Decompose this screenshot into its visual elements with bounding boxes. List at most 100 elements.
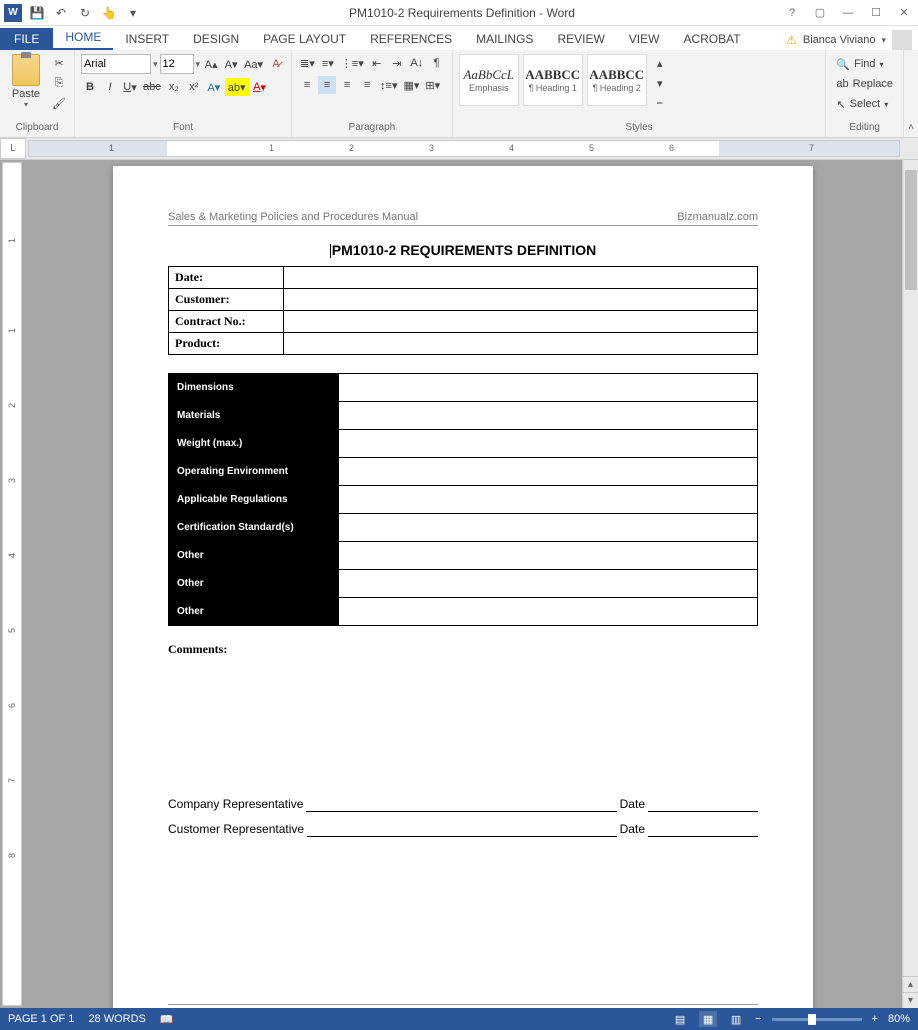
tab-design[interactable]: DESIGN [181,28,251,50]
group-clipboard: Paste ▾ ✂ ⎘ 🖌 Clipboard [0,50,75,137]
zoom-level[interactable]: 80% [888,1013,910,1025]
copy-icon[interactable]: ⎘ [50,74,68,92]
find-button[interactable]: 🔍 Find ▾ [832,54,887,74]
clear-formatting-icon[interactable]: A̷ [267,55,285,73]
justify-icon[interactable]: ≡ [358,76,376,94]
tab-view[interactable]: VIEW [617,28,672,50]
table-row: Other [169,570,758,598]
ruler-horizontal[interactable]: 1 1 2 3 4 5 6 7 [28,140,900,157]
superscript-button[interactable]: x² [185,78,203,96]
ruler-corner[interactable]: L [0,138,26,159]
page-indicator[interactable]: PAGE 1 OF 1 [8,1013,74,1025]
table-row: Product: [169,333,758,355]
scroll-thumb[interactable] [905,170,917,290]
font-size-select[interactable] [160,54,194,74]
group-paragraph-label: Paragraph [298,120,446,135]
group-editing-label: Editing [832,120,897,135]
paste-button[interactable]: Paste ▾ [6,54,46,109]
avatar[interactable] [892,30,912,50]
shrink-font-icon[interactable]: A▾ [222,55,240,73]
text-effects-icon[interactable]: A▾ [205,78,223,96]
word-app-icon[interactable]: W [4,4,22,22]
help-icon[interactable]: ? [782,3,802,23]
qat-more-icon[interactable]: ▾ [124,4,142,22]
cut-icon[interactable]: ✂ [50,54,68,72]
vertical-scrollbar[interactable]: ▴ ▾ [902,160,918,1008]
styles-scroll-up-icon[interactable]: ▴ [651,54,669,72]
window-title: PM1010-2 Requirements Definition - Word [142,6,782,20]
scroll-up-icon[interactable]: ▴ [903,976,918,992]
header-left: Sales & Marketing Policies and Procedure… [168,211,418,223]
save-icon[interactable]: 💾 [28,4,46,22]
change-case-icon[interactable]: Aa▾ [242,55,265,73]
italic-button[interactable]: I [101,78,119,96]
collapse-ribbon-icon[interactable]: ˄ [908,122,914,133]
user-name[interactable]: Bianca Viviano [803,34,876,46]
read-mode-icon[interactable]: ▤ [671,1011,689,1027]
minimize-icon[interactable]: — [838,3,858,23]
ruler-vertical[interactable]: 112 345 678 [2,162,22,1006]
replace-button[interactable]: ab Replace [832,74,897,94]
tab-insert[interactable]: INSERT [113,28,181,50]
touch-mode-icon[interactable]: 👆 [100,4,118,22]
subscript-button[interactable]: x₂ [165,78,183,96]
tab-references[interactable]: REFERENCES [358,28,464,50]
style-emphasis[interactable]: AaBbCcL Emphasis [459,54,519,106]
proofing-icon[interactable]: 📖 [160,1013,174,1026]
styles-more-icon[interactable]: ⎯ [651,94,669,112]
increase-indent-icon[interactable]: ⇥ [388,54,406,72]
align-right-icon[interactable]: ≡ [338,76,356,94]
line-spacing-icon[interactable]: ↕≡▾ [378,76,399,94]
table-row: Other [169,598,758,626]
tab-review[interactable]: REVIEW [545,28,616,50]
word-count[interactable]: 28 WORDS [88,1013,145,1025]
numbering-icon[interactable]: ≡▾ [319,54,337,72]
borders-icon[interactable]: ⊞▾ [423,76,442,94]
style-heading-1[interactable]: AABBCC ¶ Heading 1 [523,54,583,106]
bold-button[interactable]: B [81,78,99,96]
group-styles-label: Styles [459,120,820,135]
spec-table: Dimensions Materials Weight (max.) Opera… [168,373,758,626]
page[interactable]: Sales & Marketing Policies and Procedure… [113,166,813,1008]
bullets-icon[interactable]: ≣▾ [298,54,317,72]
zoom-slider[interactable] [772,1018,862,1021]
style-heading-2[interactable]: AABBCC ¶ Heading 2 [587,54,647,106]
font-color-icon[interactable]: A▾ [251,78,269,96]
zoom-in-icon[interactable]: + [872,1013,878,1025]
undo-icon[interactable]: ↶ [52,4,70,22]
shading-icon[interactable]: ▦▾ [402,76,422,94]
font-name-select[interactable] [81,54,151,74]
tab-home[interactable]: HOME [53,26,113,50]
tab-file[interactable]: FILE [0,28,53,50]
styles-scroll-down-icon[interactable]: ▾ [651,74,669,92]
sort-icon[interactable]: A↓ [408,54,426,72]
document-canvas[interactable]: Sales & Marketing Policies and Procedure… [24,160,902,1008]
maximize-icon[interactable]: ☐ [866,3,886,23]
window-controls: ? ▢ — ☐ ✕ [782,3,918,23]
tab-acrobat[interactable]: ACROBAT [671,28,752,50]
align-center-icon[interactable]: ≡ [318,76,336,94]
decrease-indent-icon[interactable]: ⇤ [368,54,386,72]
user-dropdown-icon[interactable]: ▾ [881,35,886,46]
grow-font-icon[interactable]: A▴ [202,55,220,73]
table-row: Customer: [169,289,758,311]
web-layout-icon[interactable]: ▥ [727,1011,745,1027]
underline-button[interactable]: U▾ [121,78,139,96]
close-icon[interactable]: ✕ [894,3,914,23]
zoom-out-icon[interactable]: − [755,1013,761,1025]
strikethrough-button[interactable]: abc [141,78,163,96]
highlight-icon[interactable]: ab▾ [225,78,249,96]
header-right: Bizmanualz.com [677,211,758,223]
tab-page-layout[interactable]: PAGE LAYOUT [251,28,358,50]
select-button[interactable]: ↖ Select ▾ [832,94,892,114]
redo-icon[interactable]: ↻ [76,4,94,22]
align-left-icon[interactable]: ≡ [298,76,316,94]
multilevel-list-icon[interactable]: ⋮≡▾ [339,54,366,72]
quick-access-toolbar: W 💾 ↶ ↻ 👆 ▾ [0,4,142,22]
ribbon-display-icon[interactable]: ▢ [810,3,830,23]
print-layout-icon[interactable]: ▦ [699,1011,717,1027]
format-painter-icon[interactable]: 🖌 [50,94,68,112]
scroll-down-icon[interactable]: ▾ [903,992,918,1008]
show-marks-icon[interactable]: ¶ [428,54,446,72]
tab-mailings[interactable]: MAILINGS [464,28,545,50]
